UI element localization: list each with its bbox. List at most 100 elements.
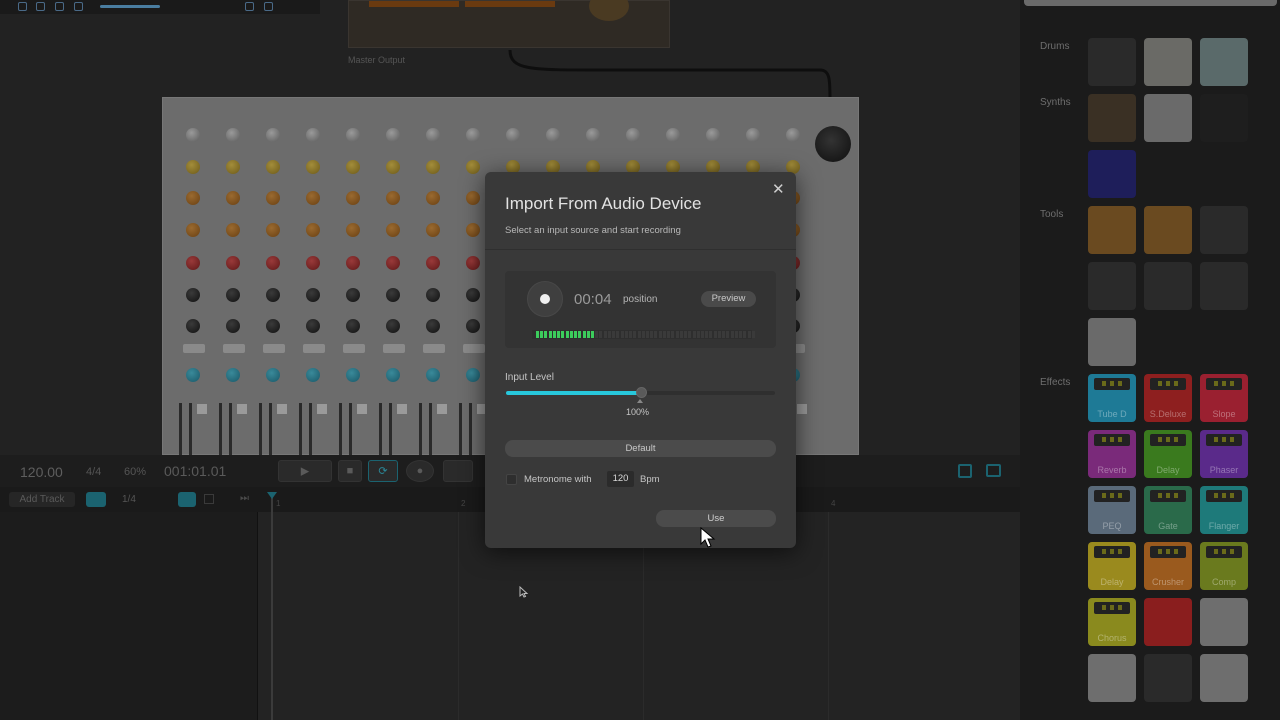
channel-knob[interactable]: [226, 288, 240, 302]
effect-tile[interactable]: Comp: [1200, 542, 1248, 590]
tool-tile[interactable]: [1088, 262, 1136, 310]
channel-knob[interactable]: [346, 128, 360, 142]
use-button[interactable]: Use: [656, 510, 776, 527]
fader-handle[interactable]: [317, 404, 327, 414]
channel-knob[interactable]: [346, 223, 360, 237]
stop-button[interactable]: ■: [338, 460, 362, 482]
quantize-icon[interactable]: [86, 492, 106, 507]
tool-tile[interactable]: [1144, 206, 1192, 254]
effect-tile[interactable]: Chorus: [1088, 598, 1136, 646]
effect-tile[interactable]: Delay: [1088, 542, 1136, 590]
grid-icon[interactable]: [204, 494, 214, 504]
channel-knob[interactable]: [266, 160, 280, 174]
effect-tile[interactable]: Gate: [1144, 486, 1192, 534]
channel-knob[interactable]: [306, 368, 320, 382]
channel-knob[interactable]: [746, 128, 760, 142]
loop-button[interactable]: ⟳: [368, 460, 398, 482]
channel-knob[interactable]: [426, 160, 440, 174]
channel-knob[interactable]: [226, 223, 240, 237]
tool-tile[interactable]: [1088, 318, 1136, 366]
synth-tile[interactable]: [1088, 150, 1136, 198]
channel-knob[interactable]: [466, 128, 480, 142]
channel-knob[interactable]: [306, 160, 320, 174]
channel-knob[interactable]: [226, 160, 240, 174]
channel-knob[interactable]: [346, 256, 360, 270]
channel-knob[interactable]: [426, 319, 440, 333]
effect-tile[interactable]: [1088, 654, 1136, 702]
fader-handle[interactable]: [797, 404, 807, 414]
channel-knob[interactable]: [266, 368, 280, 382]
channel-knob[interactable]: [426, 223, 440, 237]
channel-knob[interactable]: [186, 191, 200, 205]
add-track-button[interactable]: Add Track: [9, 492, 75, 507]
channel-knob[interactable]: [306, 191, 320, 205]
preview-button[interactable]: Preview: [701, 291, 756, 307]
pfl-button[interactable]: [303, 344, 325, 353]
channel-knob[interactable]: [426, 368, 440, 382]
channel-knob[interactable]: [186, 256, 200, 270]
channel-knob[interactable]: [586, 128, 600, 142]
channel-knob[interactable]: [346, 368, 360, 382]
channel-knob[interactable]: [186, 223, 200, 237]
channel-knob[interactable]: [426, 288, 440, 302]
channel-knob[interactable]: [306, 319, 320, 333]
channel-knob[interactable]: [266, 128, 280, 142]
channel-knob[interactable]: [306, 288, 320, 302]
skip-icon[interactable]: ⏭: [240, 493, 249, 504]
channel-knob[interactable]: [386, 319, 400, 333]
pfl-button[interactable]: [463, 344, 485, 353]
channel-knob[interactable]: [466, 319, 480, 333]
channel-knob[interactable]: [386, 256, 400, 270]
channel-knob[interactable]: [266, 223, 280, 237]
channel-knob[interactable]: [466, 256, 480, 270]
playhead[interactable]: [271, 494, 273, 720]
input-source-select[interactable]: Default: [505, 440, 776, 457]
metronome-button[interactable]: [443, 460, 473, 482]
close-icon[interactable]: ✕: [772, 180, 785, 198]
channel-knob[interactable]: [386, 368, 400, 382]
master-volume-knob[interactable]: [815, 126, 851, 162]
channel-knob[interactable]: [306, 256, 320, 270]
channel-knob[interactable]: [186, 128, 200, 142]
effect-tile[interactable]: Flanger: [1200, 486, 1248, 534]
channel-knob[interactable]: [346, 160, 360, 174]
bpm-input[interactable]: 120: [607, 471, 634, 487]
channel-knob[interactable]: [346, 191, 360, 205]
folder-icon[interactable]: [986, 464, 1001, 477]
effect-tile[interactable]: [1144, 654, 1192, 702]
channel-knob[interactable]: [306, 128, 320, 142]
channel-knob[interactable]: [426, 191, 440, 205]
tempo-display[interactable]: 120.00: [20, 464, 63, 480]
channel-knob[interactable]: [226, 368, 240, 382]
channel-knob[interactable]: [546, 128, 560, 142]
channel-knob[interactable]: [466, 191, 480, 205]
channel-knob[interactable]: [386, 288, 400, 302]
channel-knob[interactable]: [386, 160, 400, 174]
align-icon[interactable]: [958, 464, 972, 478]
input-level-thumb[interactable]: [635, 387, 647, 398]
channel-knob[interactable]: [386, 128, 400, 142]
pfl-button[interactable]: [423, 344, 445, 353]
channel-knob[interactable]: [466, 368, 480, 382]
effect-tile[interactable]: PEQ: [1088, 486, 1136, 534]
synth-tile[interactable]: [1144, 94, 1192, 142]
fader-handle[interactable]: [197, 404, 207, 414]
channel-knob[interactable]: [706, 128, 720, 142]
channel-knob[interactable]: [786, 128, 800, 142]
quantize-value[interactable]: 1/4: [122, 494, 136, 505]
fader-handle[interactable]: [277, 404, 287, 414]
fader-handle[interactable]: [437, 404, 447, 414]
channel-knob[interactable]: [346, 319, 360, 333]
record-toggle-button[interactable]: [527, 281, 563, 317]
effect-tile[interactable]: [1200, 598, 1248, 646]
channel-knob[interactable]: [386, 191, 400, 205]
channel-knob[interactable]: [666, 128, 680, 142]
synth-tile[interactable]: [1200, 94, 1248, 142]
snap-icon[interactable]: [178, 492, 196, 507]
effect-tile[interactable]: Reverb: [1088, 430, 1136, 478]
effect-tile[interactable]: Delay: [1144, 430, 1192, 478]
channel-knob[interactable]: [226, 191, 240, 205]
drum-machine-tile[interactable]: [1200, 38, 1248, 86]
play-button[interactable]: ▶: [278, 460, 332, 482]
pfl-button[interactable]: [343, 344, 365, 353]
